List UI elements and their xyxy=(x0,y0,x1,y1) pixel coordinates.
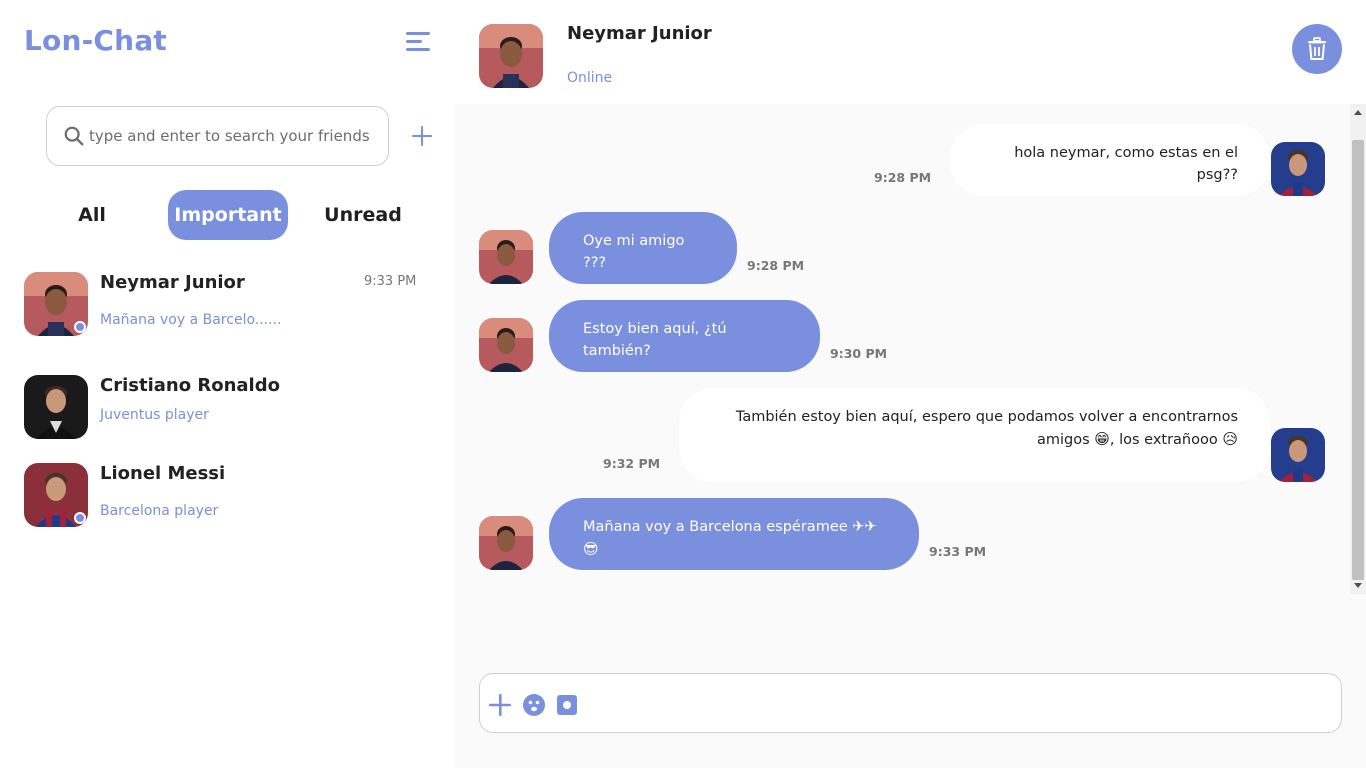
sender-avatar xyxy=(479,516,533,570)
chat-app: Lon-Chat All Important Unread xyxy=(0,0,1366,768)
scroll-down-arrow-icon[interactable] xyxy=(1354,583,1362,588)
add-friend-plus-icon[interactable] xyxy=(410,124,434,148)
message-time: 9:28 PM xyxy=(874,170,932,185)
avatar xyxy=(24,375,88,439)
tab-all[interactable]: All xyxy=(50,190,134,240)
camera-icon[interactable] xyxy=(556,694,578,716)
contact-name: Cristiano Ronaldo xyxy=(100,375,280,396)
chat-panel: Neymar Junior Online hola neymar, como e… xyxy=(455,0,1366,768)
online-status-dot xyxy=(74,321,86,333)
message-text-part: , los extrañooo xyxy=(1109,432,1223,448)
scrollbar-thumb[interactable] xyxy=(1352,140,1364,580)
grin-emoji-icon: 😁 xyxy=(1094,430,1110,448)
messages-scrollbar[interactable] xyxy=(1350,104,1366,594)
contact-subtitle: Juventus player xyxy=(100,407,209,423)
delete-chat-button[interactable] xyxy=(1292,24,1342,74)
message-time: 9:32 PM xyxy=(603,456,661,471)
tab-unread[interactable]: Unread xyxy=(318,190,408,240)
message-bubble-incoming: Mañana voy a Barcelona espéramee ✈✈ 😎 xyxy=(549,498,919,570)
menu-icon[interactable] xyxy=(406,30,434,54)
contact-subtitle: Barcelona player xyxy=(100,503,219,519)
attach-plus-icon[interactable] xyxy=(489,694,511,716)
message-text: Estoy bien aquí, ¿tú también? xyxy=(583,321,727,359)
message-text: Mañana voy a Barcelona espéramee ✈✈ xyxy=(583,519,877,535)
contact-item-cristiano[interactable]: Cristiano Ronaldo Juventus player xyxy=(24,375,444,445)
sidebar: Lon-Chat All Important Unread xyxy=(0,0,455,768)
message-bubble-incoming: Estoy bien aquí, ¿tú también? xyxy=(549,300,820,372)
contact-item-messi[interactable]: Lionel Messi Barcelona player xyxy=(24,463,444,533)
app-logo: Lon-Chat xyxy=(24,24,167,57)
chat-avatar xyxy=(479,24,543,88)
scroll-up-arrow-icon[interactable] xyxy=(1354,110,1362,115)
sender-avatar xyxy=(479,230,533,284)
message-text: Oye mi amigo ??? xyxy=(583,233,685,271)
message-bubble-outgoing: También estoy bien aquí, espero que poda… xyxy=(679,388,1270,482)
message-bubble-incoming: Oye mi amigo ??? xyxy=(549,212,737,284)
message-text-line-2: amigos 😁, los extrañooo 😥 xyxy=(711,428,1238,451)
contact-last-message: Mañana voy a Barcelo...... xyxy=(100,312,282,328)
online-status-dot xyxy=(74,512,86,524)
contact-name: Neymar Junior xyxy=(100,272,245,293)
emoji-icon[interactable] xyxy=(523,694,545,716)
contact-item-neymar[interactable]: Neymar Junior 9:33 PM Mañana voy a Barce… xyxy=(24,272,444,342)
chat-contact-name: Neymar Junior xyxy=(567,23,712,44)
tab-important[interactable]: Important xyxy=(168,190,288,240)
sender-avatar xyxy=(1271,428,1325,482)
chat-header: Neymar Junior Online xyxy=(455,0,1366,104)
message-text-line-1: También estoy bien aquí, espero que poda… xyxy=(735,409,1238,425)
contact-name: Lionel Messi xyxy=(100,463,226,484)
message-composer xyxy=(479,673,1342,733)
message-bubble-outgoing: hola neymar, como estas en el psg?? xyxy=(950,124,1270,196)
message-text: hola neymar, como estas en el psg?? xyxy=(1014,145,1238,183)
message-time: 9:33 PM xyxy=(929,544,987,559)
search-icon xyxy=(64,126,84,146)
sunglasses-emoji-icon: 😎 xyxy=(583,540,599,558)
sad-emoji-icon: 😥 xyxy=(1222,430,1238,448)
trash-icon xyxy=(1308,37,1326,60)
message-input[interactable] xyxy=(590,688,1320,720)
message-list[interactable]: hola neymar, como estas en el psg?? 9:28… xyxy=(455,104,1350,594)
filter-tabs: All Important Unread xyxy=(30,190,430,240)
chat-contact-status: Online xyxy=(567,70,613,86)
sender-avatar xyxy=(1271,142,1325,196)
search-box xyxy=(46,106,389,166)
sender-avatar xyxy=(479,318,533,372)
contact-time: 9:33 PM xyxy=(364,274,417,289)
message-text-part: amigos xyxy=(1036,432,1095,448)
message-time: 9:30 PM xyxy=(830,346,888,361)
message-time: 9:28 PM xyxy=(747,258,805,273)
search-input[interactable] xyxy=(89,127,374,145)
